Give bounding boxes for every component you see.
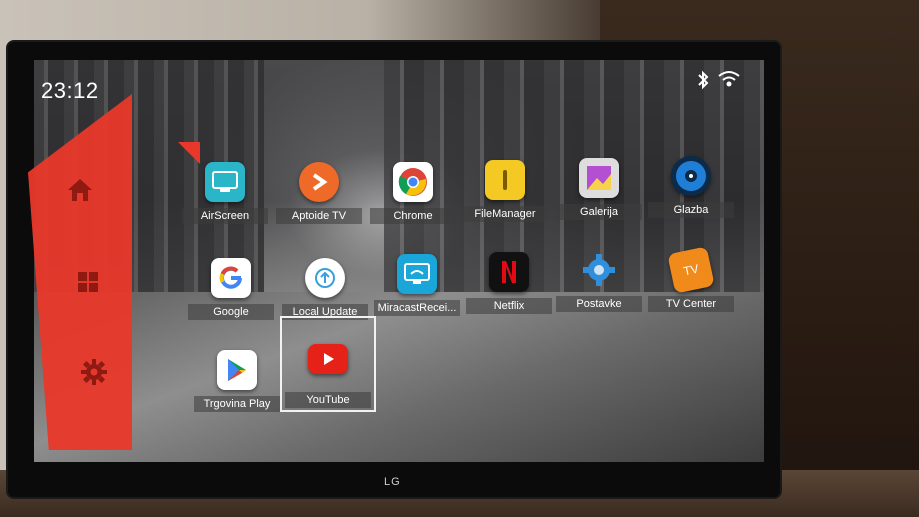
sidebar-item-home[interactable] <box>50 160 110 220</box>
sidebar-item-apps[interactable] <box>58 252 118 312</box>
app-label: Trgovina Play <box>194 396 280 412</box>
gallery-icon <box>579 158 619 198</box>
youtube-icon <box>308 344 348 374</box>
app-netflix[interactable]: Netflix <box>464 252 554 322</box>
app-miracast-receiver[interactable]: MiracastRecei... <box>372 254 462 324</box>
app-label: FileManager <box>462 206 548 222</box>
app-glazba[interactable]: Glazba <box>646 156 736 226</box>
app-google[interactable]: Google <box>186 258 276 328</box>
app-label: Netflix <box>466 298 552 314</box>
filemanager-icon <box>485 160 525 200</box>
update-icon <box>305 258 345 298</box>
sidebar-accent-corner <box>178 142 200 164</box>
grid-icon <box>78 272 98 292</box>
app-label: AirScreen <box>182 208 268 224</box>
app-label: Glazba <box>648 202 734 218</box>
app-youtube[interactable]: YouTube <box>280 316 376 412</box>
app-filemanager[interactable]: FileManager <box>460 160 550 230</box>
app-aptoide-tv[interactable]: Aptoide TV <box>274 162 364 232</box>
airscreen-icon <box>205 162 245 202</box>
tvcenter-glyph: TV <box>682 261 700 279</box>
app-label: YouTube <box>285 392 371 408</box>
clock: 23:12 <box>41 78 99 103</box>
playstore-icon <box>217 350 257 390</box>
tv-brand-logo: LG <box>384 476 401 488</box>
aptoide-icon <box>299 162 339 202</box>
status-icons <box>696 70 740 90</box>
wifi-icon <box>718 71 740 87</box>
chrome-icon <box>393 162 433 202</box>
netflix-icon <box>489 252 529 292</box>
app-chrome[interactable]: Chrome <box>368 162 458 232</box>
app-label: Postavke <box>556 296 642 312</box>
home-icon <box>68 179 92 201</box>
app-galerija[interactable]: Galerija <box>554 158 644 228</box>
bluetooth-icon <box>698 70 709 90</box>
app-tv-center[interactable]: TV TV Center <box>646 246 736 320</box>
app-postavke[interactable]: Postavke <box>554 250 644 320</box>
app-airscreen[interactable]: AirScreen <box>180 162 270 232</box>
sidebar-item-settings[interactable] <box>64 342 124 402</box>
miracast-icon <box>397 254 437 294</box>
app-label: Aptoide TV <box>276 208 362 224</box>
tvcenter-icon: TV <box>667 246 715 294</box>
app-label: MiracastRecei... <box>374 300 460 316</box>
app-trgovina-play[interactable]: Trgovina Play <box>192 350 282 420</box>
music-icon <box>671 156 711 196</box>
google-icon <box>211 258 251 298</box>
settings-icon <box>579 250 619 290</box>
app-label: Google <box>188 304 274 320</box>
gear-icon <box>81 359 107 385</box>
app-label: Chrome <box>370 208 456 224</box>
app-label: TV Center <box>648 296 734 312</box>
app-label: Galerija <box>556 204 642 220</box>
